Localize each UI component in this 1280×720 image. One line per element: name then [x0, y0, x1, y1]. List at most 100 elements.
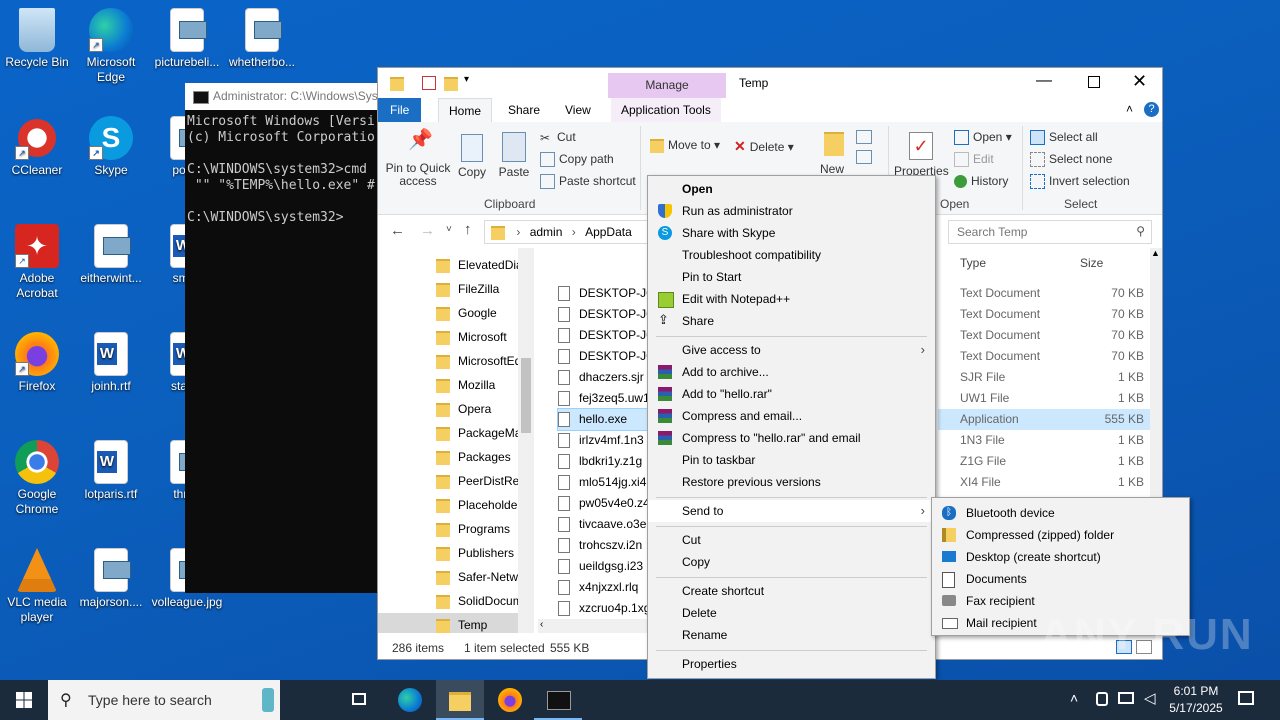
clock-time[interactable]: 6:01 PM: [1168, 684, 1224, 698]
menu-give-access[interactable]: Give access to ›: [648, 339, 935, 361]
move-to-button[interactable]: Move to ▾: [650, 138, 720, 153]
menu-troubleshoot[interactable]: Troubleshoot compatibility: [648, 244, 935, 266]
desktop-icon-recycle-bin[interactable]: Recycle Bin: [0, 8, 74, 70]
easy-access-icon[interactable]: [856, 150, 872, 164]
sendto-zip[interactable]: Compressed (zipped) folder: [932, 524, 1189, 546]
file-scrollbar[interactable]: ▲: [1150, 248, 1162, 498]
new-folder-button[interactable]: New: [818, 132, 846, 176]
copy-button[interactable]: Copy: [456, 134, 488, 179]
scroll-up-icon[interactable]: ▲: [1151, 248, 1160, 258]
desktop-icon-majorson[interactable]: majorson....: [74, 548, 148, 610]
taskbar-explorer[interactable]: [436, 680, 484, 720]
desktop-icon-chrome[interactable]: Google Chrome: [0, 440, 74, 517]
select-none-button[interactable]: Select none: [1030, 152, 1112, 168]
up-icon[interactable]: ↑: [464, 221, 472, 238]
menu-compress-rar-email[interactable]: Compress to "hello.rar" and email: [648, 427, 935, 449]
menu-create-shortcut[interactable]: Create shortcut: [648, 580, 935, 602]
tray-app-icon[interactable]: [1096, 692, 1108, 706]
invert-selection-button[interactable]: Invert selection: [1030, 174, 1130, 190]
scroll-left-icon[interactable]: ‹: [540, 619, 543, 630]
sendto-bluetooth[interactable]: ᛒ Bluetooth device: [932, 502, 1189, 524]
close-icon[interactable]: ✕: [1132, 71, 1147, 92]
menu-properties[interactable]: Properties: [648, 653, 935, 675]
taskbar-edge[interactable]: [386, 680, 434, 720]
desktop-icon-adobe-acrobat[interactable]: ✦ ↗ Adobe Acrobat: [0, 224, 74, 301]
tab-home[interactable]: Home: [438, 98, 493, 123]
breadcrumb-appdata[interactable]: AppData: [585, 225, 632, 239]
new-folder-qa-icon[interactable]: [444, 77, 458, 91]
address-bar[interactable]: › admin › AppData: [484, 220, 652, 244]
task-view-button[interactable]: [336, 680, 384, 720]
menu-pin-taskbar[interactable]: Pin to taskbar: [648, 449, 935, 471]
menu-run-as-admin[interactable]: Run as administrator: [648, 200, 935, 222]
help-icon[interactable]: ?: [1144, 102, 1159, 117]
menu-restore-versions[interactable]: Restore previous versions: [648, 471, 935, 493]
tab-application-tools[interactable]: Application Tools: [611, 98, 721, 122]
desktop-icon-ccleaner[interactable]: ↗ CCleaner: [0, 116, 74, 178]
show-hidden-icons-icon[interactable]: ˄: [1070, 690, 1078, 706]
desktop-icon-picturebeli[interactable]: picturebeli...: [150, 8, 224, 70]
menu-edit-notepadpp[interactable]: Edit with Notepad++: [648, 288, 935, 310]
select-all-button[interactable]: Select all: [1030, 130, 1098, 146]
desktop-icon-edge[interactable]: ↗ Microsoft Edge: [74, 8, 148, 85]
properties-qa-icon[interactable]: [422, 76, 436, 90]
start-button[interactable]: [0, 680, 48, 720]
clock-date[interactable]: 5/17/2025: [1166, 701, 1226, 715]
properties-button[interactable]: ✓ Properties: [894, 132, 949, 178]
paste-shortcut-button[interactable]: Paste shortcut: [540, 174, 636, 190]
manage-tab[interactable]: Manage: [608, 73, 726, 98]
collapse-ribbon-icon[interactable]: ˄: [1126, 102, 1133, 116]
menu-rename[interactable]: Rename: [648, 624, 935, 646]
menu-share[interactable]: ⇪ Share: [648, 310, 935, 332]
desktop-icon-vlc[interactable]: VLC media player: [0, 548, 74, 625]
new-item-icon[interactable]: [856, 130, 872, 144]
tab-view[interactable]: View: [555, 98, 601, 122]
cut-button[interactable]: ✂ Cut: [540, 130, 576, 145]
column-header-type[interactable]: Type: [960, 256, 986, 270]
taskbar-search-input[interactable]: Type here to search: [88, 692, 212, 708]
paste-button[interactable]: Paste: [498, 132, 530, 179]
back-icon[interactable]: ←: [390, 222, 405, 239]
tab-file[interactable]: File: [378, 98, 422, 122]
menu-pin-start[interactable]: Pin to Start: [648, 266, 935, 288]
desktop-icon-whetherbo[interactable]: whetherbo...: [225, 8, 299, 70]
desktop-icon-joinh[interactable]: joinh.rtf: [74, 332, 148, 394]
menu-share-skype[interactable]: S Share with Skype: [648, 222, 935, 244]
desktop-icon-skype[interactable]: S ↗ Skype: [74, 116, 148, 178]
edit-button[interactable]: Edit: [954, 152, 994, 168]
tab-share[interactable]: Share: [498, 98, 550, 122]
desktop-icon-eitherwint[interactable]: eitherwint...: [74, 224, 148, 286]
maximize-icon[interactable]: [1088, 76, 1100, 88]
recent-locations-icon[interactable]: ˅: [446, 224, 452, 235]
sendto-desktop[interactable]: Desktop (create shortcut): [932, 546, 1189, 568]
sendto-documents[interactable]: Documents: [932, 568, 1189, 590]
history-button[interactable]: History: [954, 174, 1008, 189]
notifications-icon[interactable]: [1238, 691, 1254, 705]
breadcrumb-admin[interactable]: admin: [530, 225, 563, 239]
menu-send-to[interactable]: Send to ›: [648, 500, 935, 522]
search-box[interactable]: Search Temp ⚲: [948, 220, 1152, 244]
taskbar-cmd[interactable]: [534, 680, 582, 720]
horizontal-scrollbar[interactable]: ‹: [538, 619, 648, 633]
volume-icon[interactable]: ◁: [1144, 689, 1156, 707]
menu-add-hello-rar[interactable]: Add to "hello.rar": [648, 383, 935, 405]
menu-compress-email[interactable]: Compress and email...: [648, 405, 935, 427]
network-icon[interactable]: [1118, 692, 1134, 704]
taskbar-firefox[interactable]: [486, 680, 534, 720]
search-input[interactable]: Search Temp: [957, 225, 1027, 239]
menu-copy[interactable]: Copy: [648, 551, 935, 573]
minimize-icon[interactable]: —: [1036, 72, 1052, 90]
desktop-icon-firefox[interactable]: ↗ Firefox: [0, 332, 74, 394]
menu-delete[interactable]: Delete: [648, 602, 935, 624]
delete-button[interactable]: ✕ Delete ▾: [734, 138, 794, 155]
menu-cut[interactable]: Cut: [648, 529, 935, 551]
menu-open[interactable]: Open: [648, 178, 935, 200]
copy-path-button[interactable]: Copy path: [540, 152, 614, 168]
customize-qa-icon[interactable]: ▾: [464, 74, 469, 85]
menu-add-archive[interactable]: Add to archive...: [648, 361, 935, 383]
desktop-icon-lotparis[interactable]: lotparis.rtf: [74, 440, 148, 502]
sendto-fax[interactable]: Fax recipient: [932, 590, 1189, 612]
taskbar-search-box[interactable]: ⚲ Type here to search: [48, 680, 280, 720]
title-bar[interactable]: ▾ Manage Temp — ✕: [378, 68, 1162, 98]
forward-icon[interactable]: →: [420, 222, 435, 239]
